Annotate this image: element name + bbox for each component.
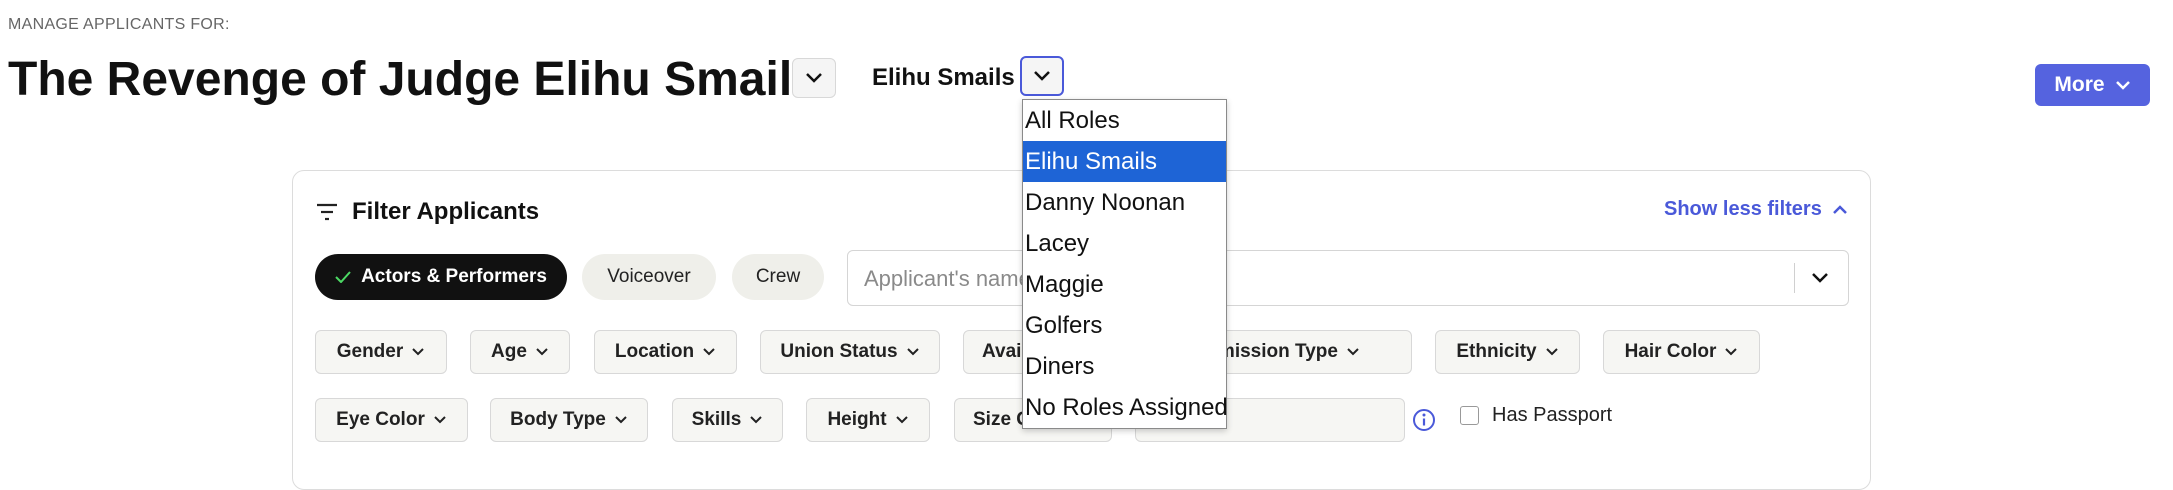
chevron-down-icon (615, 416, 627, 424)
more-button[interactable]: More (2035, 64, 2150, 106)
applicant-search-box (847, 250, 1849, 307)
filter-chip-location[interactable]: Location (594, 330, 737, 374)
filter-chip-label: Skills (691, 409, 742, 430)
filter-chip-ethnicity[interactable]: Ethnicity (1435, 330, 1580, 374)
page-title: The Revenge of Judge Elihu Smails (8, 53, 819, 106)
filter-heading: Filter Applicants (316, 198, 539, 226)
filter-chip-label: Gender (336, 341, 404, 362)
role-option-no-roles-assigned[interactable]: No Roles Assigned (1023, 387, 1228, 428)
role-option-golfers[interactable]: Golfers (1023, 305, 1226, 346)
divider (1794, 263, 1795, 293)
filter-heading-label: Filter Applicants (352, 198, 540, 225)
chevron-down-icon (412, 348, 424, 356)
category-pill-label: Voiceover (607, 266, 691, 287)
filter-chip-label: Age (491, 341, 527, 362)
filter-chip-height[interactable]: Height (806, 398, 930, 442)
category-pill-actors[interactable]: Actors & Performers (315, 254, 567, 300)
chevron-down-icon (434, 416, 446, 424)
chevron-down-icon (1347, 348, 1359, 356)
category-pill-crew[interactable]: Crew (732, 254, 824, 300)
chevron-down-icon (1725, 348, 1738, 356)
filter-chip-eye-color[interactable]: Eye Color (315, 398, 468, 442)
info-icon[interactable] (1412, 408, 1436, 432)
show-less-filters-button[interactable]: Show less filters (1664, 198, 1848, 221)
chevron-down-icon (536, 348, 548, 356)
role-option-diners[interactable]: Diners (1023, 346, 1226, 387)
chevron-down-icon (750, 416, 763, 424)
filter-chip-label: Hair Color (1624, 341, 1717, 362)
filter-chip-label: Ethnicity (1456, 341, 1537, 362)
chevron-down-icon (906, 348, 919, 356)
roles-dropdown-list: All Roles Elihu Smails Danny Noonan Lace… (1022, 99, 1228, 429)
role-option-elihu-smails[interactable]: Elihu Smails (1023, 141, 1226, 182)
selected-role-label: Elihu Smails (872, 64, 1015, 91)
filter-icon (317, 203, 337, 221)
role-option-danny-noonan[interactable]: Danny Noonan (1023, 182, 1226, 223)
filter-chip-label: Eye Color (336, 409, 425, 430)
chevron-down-icon (806, 73, 822, 83)
check-icon (335, 271, 351, 283)
filter-chip-body-type[interactable]: Body Type (490, 398, 648, 442)
role-option-all-roles[interactable]: All Roles (1023, 100, 1226, 141)
chevron-down-icon (703, 348, 715, 356)
applicant-search-input[interactable] (862, 251, 1706, 307)
category-pill-label: Actors & Performers (361, 266, 547, 287)
category-pill-voiceover[interactable]: Voiceover (582, 254, 716, 300)
eyebrow-label: MANAGE APPLICANTS FOR: (8, 16, 230, 33)
chevron-down-icon (895, 416, 908, 424)
role-select-button[interactable] (1020, 56, 1064, 96)
chevron-down-icon (1034, 71, 1050, 81)
filter-chip-label: Location (614, 341, 695, 362)
filter-chip-label: Height (827, 409, 887, 430)
filter-chip-label: Body Type (510, 409, 606, 430)
show-less-filters-label: Show less filters (1664, 198, 1822, 220)
chevron-down-icon (1545, 348, 1558, 356)
more-button-label: More (2054, 73, 2105, 96)
filter-chip-age[interactable]: Age (470, 330, 570, 374)
filter-chip-union-status[interactable]: Union Status (760, 330, 940, 374)
chevron-up-icon (1832, 205, 1847, 214)
role-option-maggie[interactable]: Maggie (1023, 264, 1226, 305)
filter-chip-label: Union Status (780, 341, 898, 362)
project-select-button[interactable] (792, 58, 836, 98)
chevron-down-icon[interactable] (1810, 265, 1830, 291)
filter-chip-hair-color[interactable]: Hair Color (1603, 330, 1760, 374)
role-option-lacey[interactable]: Lacey (1023, 223, 1226, 264)
has-passport-checkbox[interactable] (1460, 406, 1479, 425)
has-passport-label: Has Passport (1492, 404, 1613, 426)
chevron-down-icon (2115, 80, 2130, 90)
filter-chip-skills[interactable]: Skills (672, 398, 783, 442)
category-pill-label: Crew (755, 266, 801, 287)
filter-chip-gender[interactable]: Gender (315, 330, 447, 374)
